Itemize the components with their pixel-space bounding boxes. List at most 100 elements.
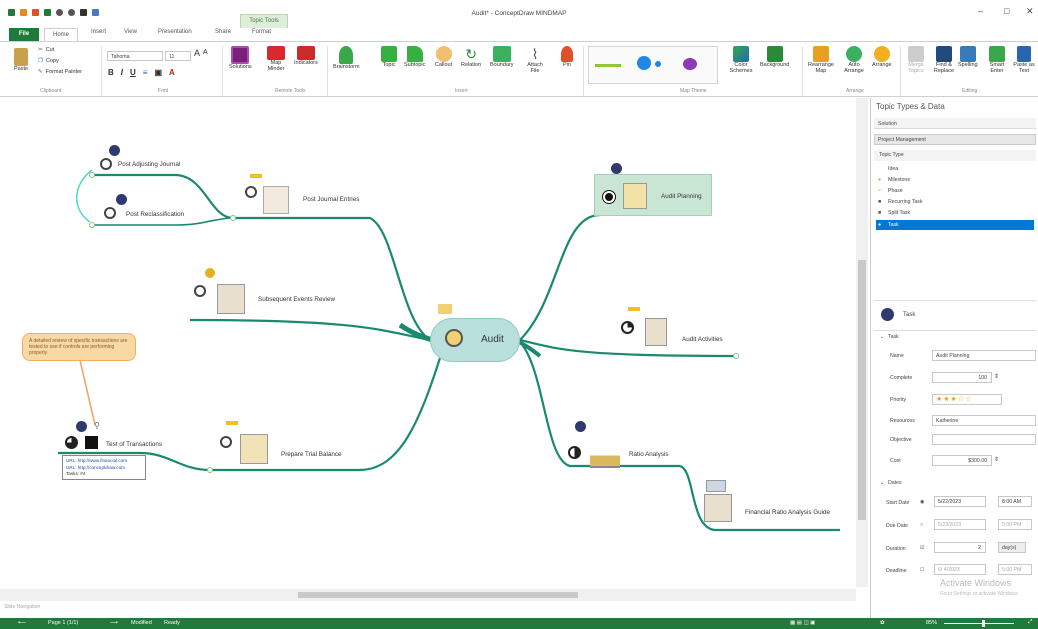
vertical-scrollbar[interactable] [856,98,868,587]
priority-stars[interactable]: ★★★☆☆ [932,394,1002,405]
clock-icon [116,194,127,205]
callout-note[interactable]: A detailed review of specific transactio… [22,333,136,361]
resources-label: Resources [890,418,915,424]
topic-type-idea[interactable]: Idea [888,166,898,172]
clock-icon [611,163,622,174]
task-type-icon: ● [878,222,882,228]
topic-audit-activities[interactable]: Audit Activities [682,336,723,343]
find-replace-button[interactable]: Find & Replace [931,46,957,74]
smart-enter-button[interactable]: Smart Enter [987,46,1007,74]
topic-type-list[interactable]: Idea ● Milestone ≈ Phase ■ Recurring Tas… [874,162,1036,302]
page-next-icon[interactable]: ⟶ [110,620,118,626]
duration-label: Duration [886,546,906,552]
maximize-button[interactable]: □ [1004,6,1009,16]
objective-field[interactable] [932,434,1036,445]
complete-square-icon [85,436,98,449]
flag-icon [628,307,640,311]
arrange-icon [873,46,890,62]
start-date-radio[interactable]: ◉ [920,499,925,505]
modified-status: Modified [131,620,152,626]
vertical-scroll-thumb[interactable] [858,260,866,520]
due-time-field[interactable]: 5:00 PM [998,519,1032,530]
binoculars-icon [936,46,952,62]
task-header: Task [903,312,916,318]
ready-status: Ready [164,620,180,626]
dates-section-toggle[interactable]: ⌄ [880,480,884,486]
slide-navigation-label[interactable]: Slide Navigation [4,604,40,610]
page-nav-icon[interactable]: ⟵ [18,620,26,626]
view-settings-icon[interactable]: ✿ [880,620,885,626]
folder-icon [438,304,452,314]
close-button[interactable]: ✕ [1026,6,1034,17]
duration-field[interactable]: 2 [934,542,986,553]
activate-windows-watermark: Activate Windows [940,578,1012,588]
topic-ratio-analysis[interactable]: Ratio Analysis [629,451,669,458]
topic-type-milestone[interactable]: Milestone [888,177,910,183]
mindmap-branches [58,169,840,532]
cost-spinner[interactable]: ⇕ [994,456,999,463]
task-section-toggle[interactable]: ⌄ [880,334,884,340]
arrange-button[interactable]: Arrange [872,46,892,68]
start-date-label: Start Date [886,500,910,506]
topic-type-header: Topic Type [874,150,1036,161]
callout-pointer [79,359,96,426]
topic-audit-planning-box[interactable]: Audit Planning [594,163,712,216]
spelling-button[interactable]: Spelling [958,46,978,68]
view-mode-icons[interactable]: ▦ ▤ ◫ ▣ [790,620,815,626]
topic-type-phase[interactable]: Phase [888,188,903,194]
duration-unit-select[interactable]: day(s) [998,542,1026,553]
paste-as-text-button[interactable]: Paste as Text [1012,46,1036,74]
start-time-field[interactable]: 8:00 AM [998,496,1032,507]
merge-topics-button[interactable]: Merge Topics [903,46,929,74]
solution-row: Solution [874,118,1036,129]
group-editing: Editing [962,88,978,94]
due-date-field[interactable]: 5/23/2023 [934,519,986,530]
phase-type-icon: ≈ [878,188,881,194]
complete-field[interactable]: 100 [932,372,992,383]
links-box[interactable]: URL: http://www.financial.com URL: http:… [62,455,146,480]
topic-type-task-selected[interactable]: ● Task [876,220,1034,230]
page-indicator[interactable]: Page 1 (1/1) [48,620,78,626]
deadline-time-field[interactable]: 5:00 PM [998,564,1032,575]
clock-icon [575,421,586,432]
zoom-level[interactable]: 85% [926,620,937,626]
chart-growth-icon [590,440,620,468]
deadline-checkbox[interactable]: ☐ [920,567,925,573]
progress-complete-icon [603,191,615,203]
relation-arrow[interactable] [76,169,93,223]
topic-test-of-transactions[interactable]: Test of Transactions [106,441,162,448]
document-icon [645,318,667,346]
task-section-label: Task [888,334,899,340]
due-date-radio[interactable]: ○ [920,522,923,528]
zoom-slider[interactable] [944,623,1014,624]
pane-divider [874,330,1036,331]
topic-financial-ratio-guide[interactable]: Financial Ratio Analysis Guide [745,509,830,516]
solution-value: Project Management [878,137,926,143]
resources-field[interactable]: Katherine [932,415,1036,426]
zoom-slider-thumb[interactable] [982,620,985,627]
branch-audit-planning [519,213,601,341]
topic-prepare-trial-balance[interactable]: Prepare Trial Balance [281,451,342,458]
topic-type-split[interactable]: Split Task [888,210,910,216]
name-field[interactable]: Audit Planning [932,350,1036,361]
topic-subsequent-events[interactable]: Subsequent Events Review [258,296,335,303]
clock-icon [109,145,120,156]
fit-page-icon[interactable]: ⤢ [1028,619,1032,626]
spelling-icon [959,46,976,62]
solution-select[interactable]: Project Management [874,134,1036,145]
calculator-icon [706,480,726,492]
topic-post-adjusting-journal[interactable]: Post Adjusting Journal [118,161,180,168]
duration-checkbox[interactable]: ☑ [920,545,925,551]
horizontal-scroll-thumb[interactable] [298,592,578,598]
horizontal-scrollbar[interactable] [0,589,856,601]
topic-post-journal-entries[interactable]: Post Journal Entries [303,196,359,203]
topic-type-recurring[interactable]: Recurring Task [888,199,923,205]
minimize-button[interactable]: – [978,6,983,16]
deadline-field[interactable]: 6/ 4/2023 [934,564,986,575]
central-topic[interactable]: Audit [430,318,520,362]
spelling-label: Spelling [958,62,978,68]
start-date-field[interactable]: 5/22/2023 [934,496,986,507]
cost-field[interactable]: $300.00 [932,455,992,466]
complete-spinner[interactable]: ⇕ [994,373,999,380]
topic-post-reclassification[interactable]: Post Reclassification [126,211,184,218]
